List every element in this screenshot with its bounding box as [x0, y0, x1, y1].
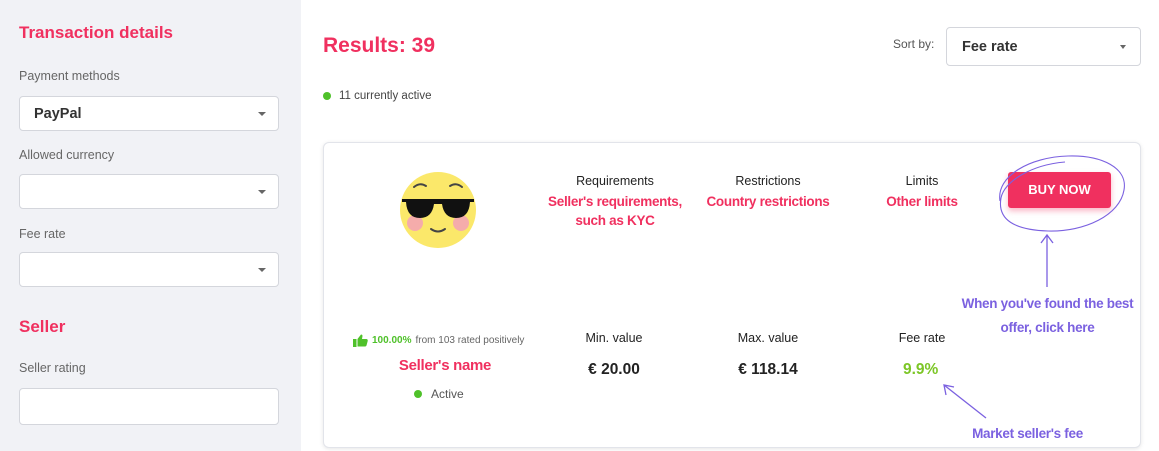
requirements-label: Requirements	[576, 174, 654, 188]
chevron-down-icon	[258, 190, 266, 194]
active-count-line: 11 currently active	[323, 90, 431, 102]
rating-percentage: 100.00%	[372, 335, 412, 346]
allowed-currency-label: Allowed currency	[19, 148, 115, 162]
fee-rate-value: 9.9%	[903, 361, 939, 378]
seller-name-link[interactable]: Seller's name	[385, 356, 505, 375]
annotation-best-offer-line2: offer, click here	[1000, 320, 1095, 335]
seller-rating-label: Seller rating	[19, 361, 86, 375]
seller-rating-summary: 100.00% from 103 rated positively	[353, 334, 524, 347]
buy-now-button[interactable]: BUY NOW	[1008, 172, 1111, 208]
requirements-note-line1: Seller's requirements,	[548, 194, 682, 209]
sunglasses-emoji-avatar	[400, 172, 476, 248]
seller-heading: Seller	[19, 317, 66, 336]
rating-text: from 103 rated positively	[415, 335, 525, 346]
filters-sidebar: Transaction details Payment methods PayP…	[0, 0, 301, 451]
min-value-label: Min. value	[585, 331, 643, 345]
allowed-currency-select[interactable]	[19, 174, 279, 209]
seller-status-text: Active	[431, 387, 464, 401]
payment-methods-label: Payment methods	[19, 69, 120, 83]
payment-methods-select[interactable]: PayPal	[19, 96, 279, 131]
seller-rating-input[interactable]	[19, 388, 279, 425]
limits-note: Other limits	[886, 194, 958, 209]
restrictions-label: Restrictions	[735, 174, 801, 188]
sort-by-value: Fee rate	[962, 39, 1018, 55]
chevron-down-icon	[258, 112, 266, 116]
results-count-title: Results: 39	[323, 34, 436, 57]
seller-status: Active	[414, 387, 464, 401]
min-value: € 20.00	[588, 361, 640, 378]
annotation-best-offer-line1: When you've found the best	[961, 296, 1134, 311]
transaction-details-heading: Transaction details	[19, 23, 173, 42]
restrictions-note: Country restrictions	[706, 194, 830, 209]
sort-by-select[interactable]: Fee rate	[946, 27, 1141, 66]
requirements-note-line2: such as KYC	[575, 213, 655, 228]
active-count-text: 11 currently active	[339, 90, 432, 102]
fee-rate-filter-select[interactable]	[19, 252, 279, 287]
status-dot	[323, 92, 331, 100]
status-dot	[414, 390, 422, 398]
max-value: € 118.14	[738, 361, 798, 378]
fee-rate-filter-label: Fee rate	[19, 227, 66, 241]
max-value-label: Max. value	[737, 331, 799, 345]
annotation-market-fee: Market seller's fee	[972, 426, 1083, 441]
chevron-down-icon	[1120, 45, 1126, 49]
limits-label: Limits	[905, 174, 939, 188]
thumbs-up-icon	[353, 334, 368, 347]
payment-methods-value: PayPal	[34, 106, 82, 122]
sort-by-label: Sort by:	[893, 37, 935, 51]
chevron-down-icon	[258, 268, 266, 272]
